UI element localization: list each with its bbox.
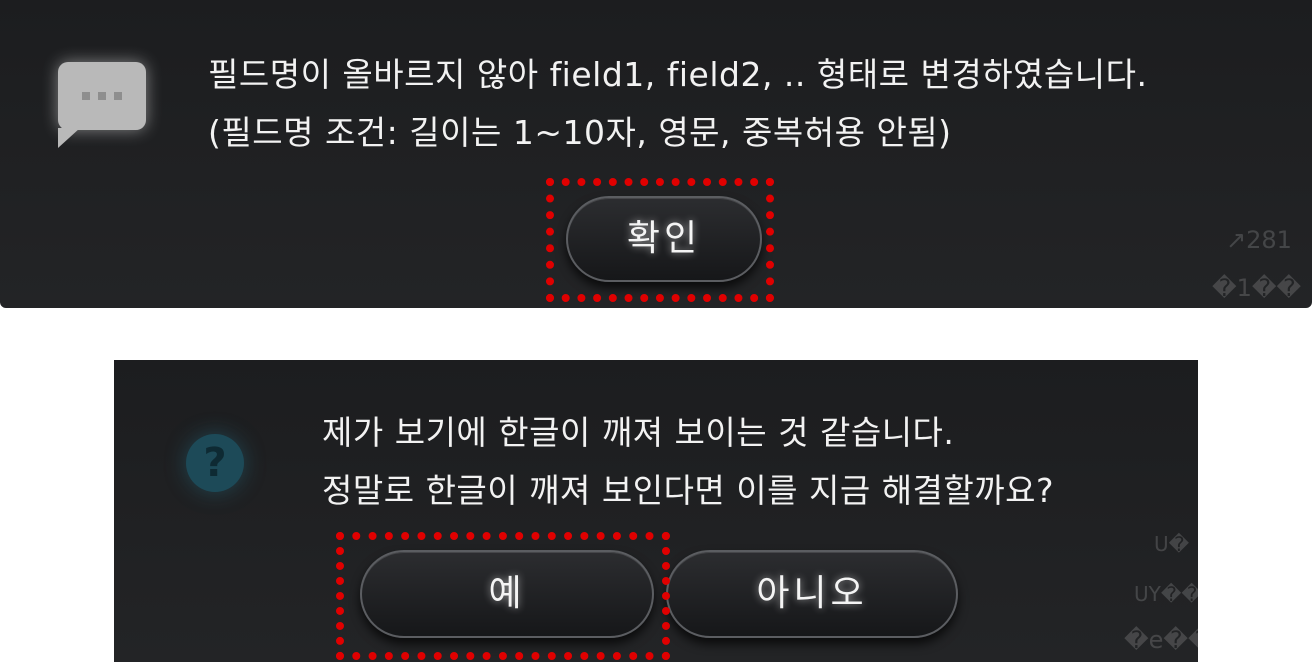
background-text: U�	[1154, 532, 1190, 556]
background-text: �e��	[1124, 626, 1198, 654]
no-button[interactable]: 아니오	[666, 550, 958, 638]
notice-message-line: 필드명이 올바르지 않아 field1, field2, .. 형태로 변경하였…	[208, 55, 1148, 94]
question-message: 제가 보기에 한글이 깨져 보이는 것 같습니다. 정말로 한글이 깨져 보인다…	[322, 404, 1054, 520]
notice-dialog: 필드명이 올바르지 않아 field1, field2, .. 형태로 변경하였…	[0, 0, 1312, 308]
notice-message: 필드명이 올바르지 않아 field1, field2, .. 형태로 변경하였…	[208, 46, 1147, 162]
question-dialog: ? 제가 보기에 한글이 깨져 보이는 것 같습니다. 정말로 한글이 깨져 보…	[114, 360, 1198, 662]
background-text: UY��	[1134, 582, 1198, 606]
question-message-line: 정말로 한글이 깨져 보인다면 이를 지금 해결할까요?	[322, 471, 1055, 510]
background-text: ↗281	[1226, 226, 1292, 254]
yes-button[interactable]: 예	[360, 550, 654, 638]
background-text: �1��	[1212, 274, 1302, 302]
chat-bubble-icon	[58, 62, 146, 148]
notice-message-line: (필드명 조건: 길이는 1~10자, 영문, 중복허용 안됨)	[208, 113, 952, 152]
question-message-line: 제가 보기에 한글이 깨져 보이는 것 같습니다.	[322, 413, 955, 452]
confirm-button[interactable]: 확인	[566, 196, 762, 282]
question-icon: ?	[186, 434, 244, 492]
